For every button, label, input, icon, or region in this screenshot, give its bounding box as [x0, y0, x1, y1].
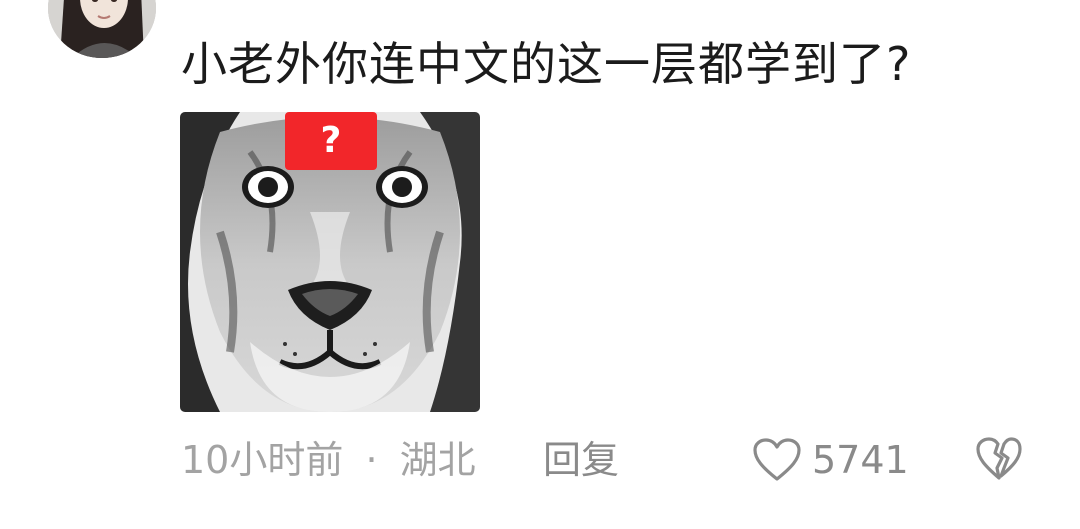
meta-separator: · [365, 438, 378, 482]
comment-image[interactable]: ? [180, 112, 480, 412]
avatar-image [48, 0, 156, 58]
question-badge-label: ? [321, 120, 342, 161]
comment-time: 10小时前 [181, 438, 344, 482]
comment-text: 小老外你连中文的这一层都学到了? [181, 37, 912, 91]
lion-face-image: ? [180, 112, 480, 412]
like-button[interactable]: 5741 [752, 434, 909, 486]
comment-meta: 10小时前 · 湖北 [181, 437, 476, 483]
broken-heart-icon [976, 437, 1022, 480]
heart-outline-icon [753, 438, 801, 481]
avatar[interactable] [48, 0, 156, 58]
like-count: 5741 [812, 438, 909, 482]
dislike-button[interactable] [975, 436, 1023, 482]
reply-button[interactable]: 回复 [543, 437, 619, 483]
comment-location: 湖北 [399, 438, 476, 482]
